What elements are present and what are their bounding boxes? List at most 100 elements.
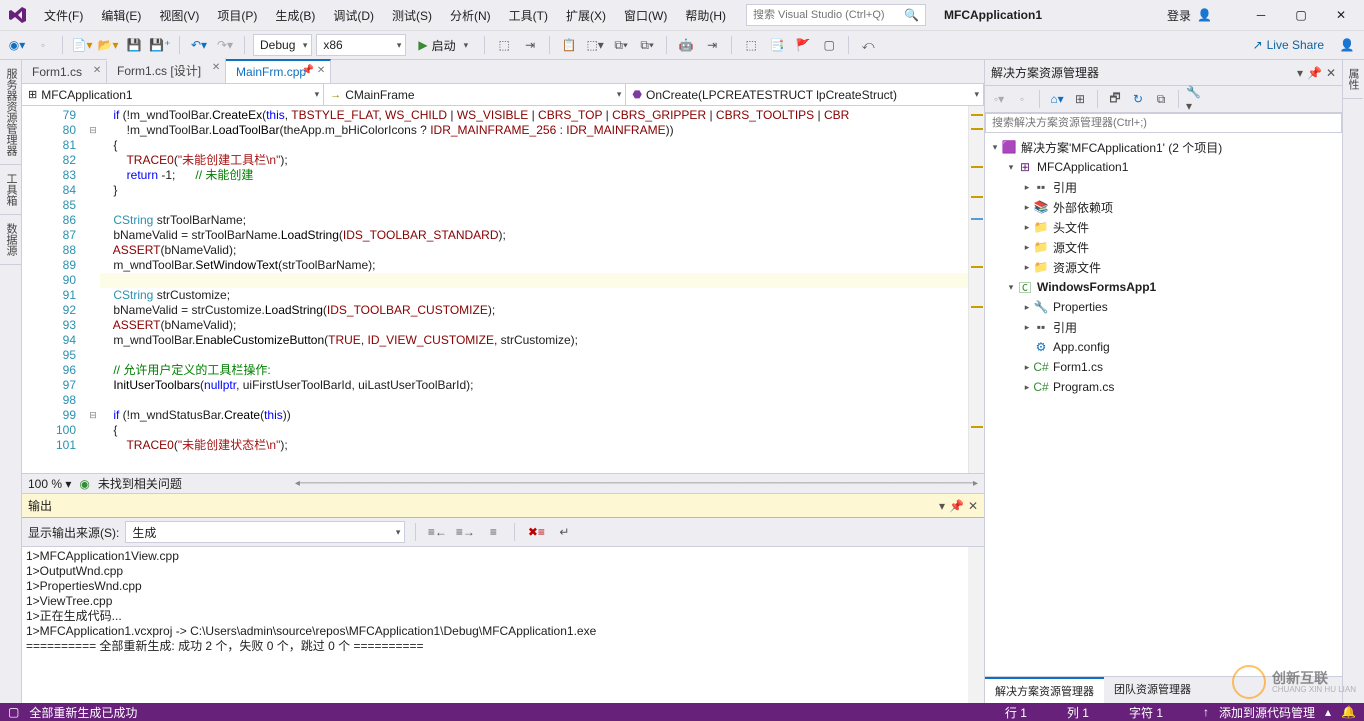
sol-refresh-icon[interactable]: ↻	[1128, 89, 1148, 109]
notify-icon[interactable]: 🔔	[1341, 705, 1356, 719]
redo-icon[interactable]: ↷▾	[214, 34, 236, 56]
pin-icon[interactable]: 📌	[949, 499, 964, 513]
tree-node[interactable]: ▸C#Form1.cs	[985, 357, 1342, 377]
close-tab-icon[interactable]: ✕	[209, 62, 223, 73]
tb-flag-icon[interactable]: 🚩	[792, 34, 814, 56]
nav-class[interactable]: →CMainFrame	[324, 84, 626, 105]
code-editor[interactable]: 7980818283848586878889909192939495969798…	[22, 106, 984, 473]
rail-tab[interactable]: 服务器资源管理器	[0, 60, 21, 165]
quick-launch[interactable]: 🔍	[746, 4, 926, 26]
tree-node[interactable]: ⚙App.config	[985, 337, 1342, 357]
account-icon[interactable]: 👤	[1336, 34, 1358, 56]
undo-icon[interactable]: ↶▾	[188, 34, 210, 56]
tb-icon-4[interactable]: ⬚▾	[584, 34, 606, 56]
output-text[interactable]: 1>MFCApplication1View.cpp1>OutputWnd.cpp…	[22, 547, 968, 703]
close-button[interactable]: ✕	[1324, 2, 1358, 28]
start-debug-button[interactable]: ▶启动▾	[410, 34, 476, 56]
menu-item[interactable]: 编辑(E)	[93, 3, 149, 28]
document-tab[interactable]: Form1.cs✕	[22, 61, 107, 83]
tree-node[interactable]: ▸C#Program.cs	[985, 377, 1342, 397]
menu-item[interactable]: 工具(T)	[501, 3, 556, 28]
sol-sync-icon[interactable]: ⊞	[1070, 89, 1090, 109]
expand-icon[interactable]: ▸	[1021, 382, 1033, 393]
out-btn-3[interactable]: ≡	[482, 521, 504, 543]
close-icon[interactable]: ✕	[968, 499, 978, 513]
overview-ruler[interactable]	[968, 106, 984, 473]
code-area[interactable]: if (!m_wndToolBar.CreateEx(this, TBSTYLE…	[100, 106, 968, 473]
menu-item[interactable]: 测试(S)	[384, 3, 440, 28]
tb-icon-6[interactable]: ⧉▾	[636, 34, 658, 56]
expand-icon[interactable]: ▸	[1021, 202, 1033, 213]
menu-item[interactable]: 文件(F)	[36, 3, 91, 28]
tree-node[interactable]: ▾🄲WindowsFormsApp1	[985, 277, 1342, 297]
tree-node[interactable]: ▸📁头文件	[985, 217, 1342, 237]
tb-icon-5[interactable]: ⧉▾	[610, 34, 632, 56]
close-tab-icon[interactable]: ✕	[90, 65, 104, 76]
tb-icon-10[interactable]: 📑	[766, 34, 788, 56]
nav-function[interactable]: ⬣OnCreate(LPCREATESTRUCT lpCreateStruct)	[626, 84, 984, 105]
out-wrap-icon[interactable]: ↵	[553, 521, 575, 543]
sol-properties-icon[interactable]: 🔧▾	[1186, 89, 1206, 109]
tree-node[interactable]: ▸▪▪引用	[985, 317, 1342, 337]
sol-back-icon[interactable]: ◦▾	[989, 89, 1009, 109]
expand-icon[interactable]: ▸	[1021, 242, 1033, 253]
forward-button[interactable]: ◦	[32, 34, 54, 56]
tree-node[interactable]: ▸📁源文件	[985, 237, 1342, 257]
tb-icon-2[interactable]: ⇥	[519, 34, 541, 56]
tree-node[interactable]: ▸📁资源文件	[985, 257, 1342, 277]
solution-search-input[interactable]	[985, 113, 1342, 133]
tab-solution-explorer[interactable]: 解决方案资源管理器	[985, 677, 1104, 703]
tb-icon-3[interactable]: 📋	[558, 34, 580, 56]
tb-icon-8[interactable]: ⇥	[701, 34, 723, 56]
menu-item[interactable]: 扩展(X)	[558, 3, 614, 28]
menu-item[interactable]: 调试(D)	[325, 3, 382, 28]
out-clear-icon[interactable]: ✖≡	[525, 521, 547, 543]
rail-tab[interactable]: 工具箱	[0, 165, 21, 215]
rail-tab[interactable]: 属性	[1343, 60, 1363, 99]
expand-icon[interactable]: ▾	[1005, 282, 1017, 293]
expand-icon[interactable]: ▸	[1021, 222, 1033, 233]
menu-item[interactable]: 生成(B)	[267, 3, 323, 28]
output-scrollbar[interactable]	[968, 547, 984, 703]
output-source-combo[interactable]: 生成	[125, 521, 405, 543]
sol-collapse-icon[interactable]: ⧉	[1151, 89, 1171, 109]
platform-combo[interactable]: x86	[316, 34, 406, 56]
add-source-control[interactable]: 添加到源代码管理	[1219, 704, 1315, 721]
liveshare-button[interactable]: ↗ Live Share	[1245, 38, 1332, 52]
expand-icon[interactable]: ▾	[989, 142, 1001, 153]
save-icon[interactable]: 💾	[123, 34, 145, 56]
tree-node[interactable]: ▾⊞MFCApplication1	[985, 157, 1342, 177]
tb-icon-1[interactable]: ⬚	[493, 34, 515, 56]
tab-team-explorer[interactable]: 团队资源管理器	[1104, 677, 1201, 703]
user-icon[interactable]: 👤	[1197, 8, 1212, 22]
dropdown-icon[interactable]: ▾	[939, 499, 945, 513]
tb-icon-11[interactable]: ▢	[818, 34, 840, 56]
out-btn-1[interactable]: ≡←	[426, 521, 448, 543]
sol-home-icon[interactable]: ⌂▾	[1047, 89, 1067, 109]
output-title-bar[interactable]: 输出 ▾ 📌 ✕	[22, 494, 984, 518]
back-button[interactable]: ◉▾	[6, 34, 28, 56]
dropdown-icon[interactable]: ▾	[1297, 66, 1303, 80]
solution-title-bar[interactable]: 解决方案资源管理器 ▾ 📌 ✕	[985, 60, 1342, 86]
expand-icon[interactable]: ▸	[1021, 302, 1033, 313]
quick-launch-input[interactable]	[753, 9, 904, 21]
maximize-button[interactable]: ▢	[1284, 2, 1318, 28]
menu-item[interactable]: 分析(N)	[442, 3, 499, 28]
expand-icon[interactable]: ▸	[1021, 362, 1033, 373]
config-combo[interactable]: Debug	[253, 34, 312, 56]
menu-item[interactable]: 项目(P)	[209, 3, 265, 28]
menu-item[interactable]: 视图(V)	[151, 3, 207, 28]
expand-icon[interactable]: ▾	[1005, 162, 1017, 173]
new-project-icon[interactable]: 📄▾	[71, 34, 93, 56]
document-tab[interactable]: Form1.cs [设计]✕	[107, 58, 226, 83]
pin-icon[interactable]: 📌	[1307, 66, 1322, 80]
out-btn-2[interactable]: ≡→	[454, 521, 476, 543]
up-arrow-icon[interactable]: ↑	[1203, 705, 1209, 719]
fold-gutter[interactable]: ⊟⊟	[86, 106, 100, 473]
menu-item[interactable]: 帮助(H)	[677, 3, 734, 28]
save-all-icon[interactable]: 💾⁺	[149, 34, 171, 56]
solution-tree[interactable]: ▾🟪解决方案'MFCApplication1' (2 个项目)▾⊞MFCAppl…	[985, 135, 1342, 676]
sol-showall-icon[interactable]: 🗗	[1105, 89, 1125, 109]
close-tab-icon[interactable]: ✕	[314, 65, 328, 76]
tree-node[interactable]: ▸📚外部依赖项	[985, 197, 1342, 217]
